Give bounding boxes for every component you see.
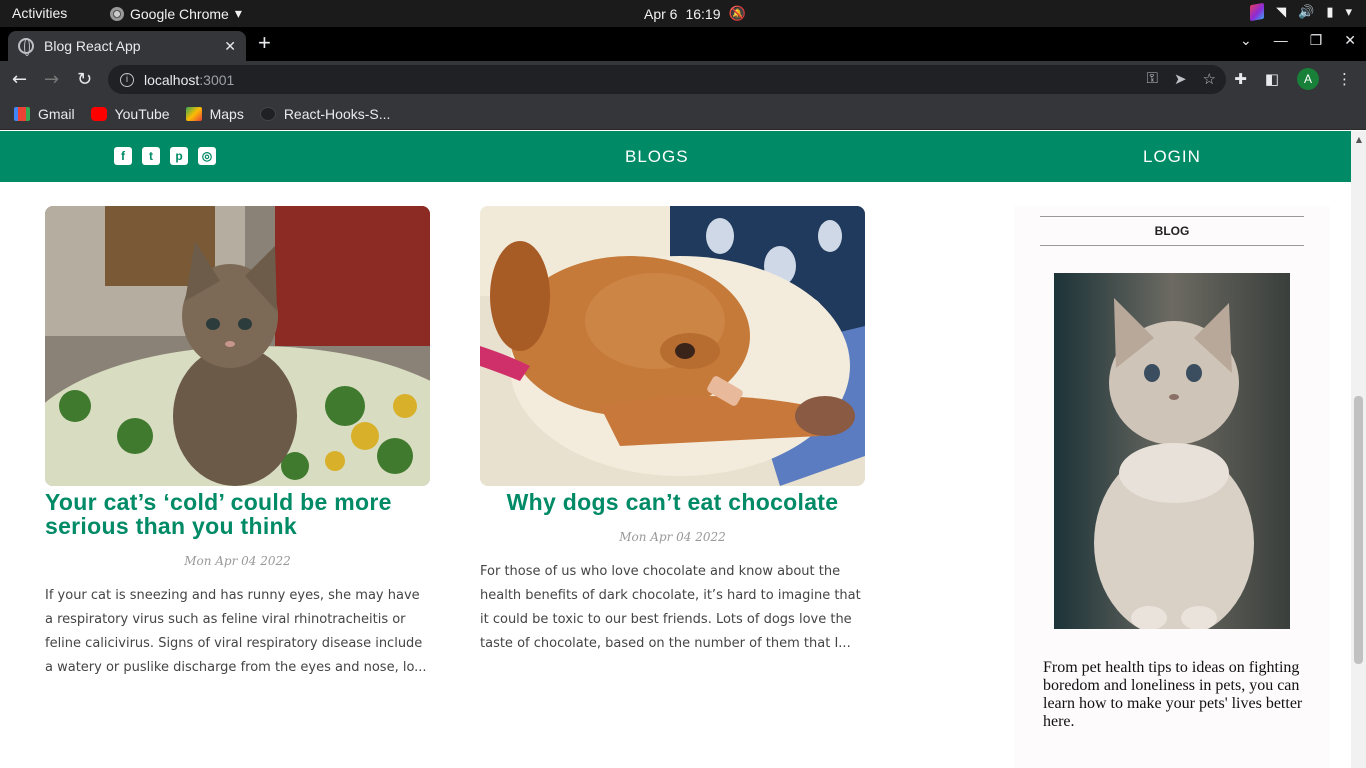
tab-strip: Blog React App ✕ (0, 27, 1366, 61)
back-icon[interactable]: ← (12, 69, 27, 90)
menu-kebab-icon[interactable]: ⋮ (1337, 70, 1352, 88)
scrollbar-thumb[interactable] (1354, 396, 1363, 664)
post-excerpt: For those of us who love chocolate and k… (480, 564, 861, 651)
browser-toolbar: ← → ↻ i localhost :3001 ⚿ ➤ ☆ ✚ ◧ A ⋮ (0, 61, 1366, 98)
tab-blog-react-app[interactable]: Blog React App ✕ (8, 31, 246, 61)
bookmark-label: React-Hooks-S... (283, 105, 391, 122)
instagram-icon[interactable]: ◎ (198, 147, 216, 165)
post-card[interactable]: Why dogs can’t eat chocolate Mon Apr 04 … (480, 206, 865, 656)
post-date: Mon Apr 04 2022 (619, 530, 726, 544)
url-host: localhost (144, 71, 200, 88)
bookmark-react-hooks[interactable]: React-Hooks-S... (259, 105, 391, 122)
window-controls: ⌄ — ❐ ✕ (1240, 32, 1356, 49)
tab-title: Blog React App (44, 38, 141, 54)
new-tab-button[interactable]: + (258, 30, 271, 56)
battery-icon: ▮ (1326, 4, 1334, 19)
site-info-icon[interactable]: i (120, 72, 134, 87)
bookmark-youtube[interactable]: YouTube (90, 105, 170, 122)
tab-search-icon[interactable]: ⌄ (1240, 32, 1252, 49)
sidebar: BLOG From pet health tips to ideas on fi… (1014, 206, 1330, 768)
github-icon (259, 106, 276, 121)
maximize-icon[interactable]: ❐ (1310, 32, 1323, 49)
maps-icon (185, 106, 202, 121)
star-icon[interactable]: ☆ (1203, 70, 1216, 88)
clock-date: Apr 6 (644, 5, 678, 22)
bookmark-label: YouTube (114, 105, 170, 122)
clock-time: 16:19 (685, 5, 721, 22)
bookmark-gmail[interactable]: Gmail (14, 106, 75, 122)
post-title[interactable]: Your cat’s ‘cold’ could be more serious … (45, 490, 430, 538)
nav-blogs-link[interactable]: BLOGS (625, 147, 689, 167)
extensions-icon[interactable]: ✚ (1234, 70, 1247, 88)
send-icon[interactable]: ➤ (1174, 70, 1187, 88)
wifi-icon: ◥ (1276, 4, 1287, 19)
gmail-icon (14, 106, 30, 121)
chrome-icon (110, 6, 124, 21)
activities-button[interactable]: Activities (12, 5, 67, 21)
url-port: :3001 (199, 71, 235, 88)
volume-icon: 🔊 (1298, 4, 1315, 19)
bookmarks-bar: Gmail YouTube Maps React-Hooks-S... (0, 98, 1366, 130)
post-title[interactable]: Why dogs can’t eat chocolate (480, 490, 865, 514)
sidebar-description: From pet health tips to ideas on fightin… (1043, 659, 1303, 730)
address-bar[interactable]: i localhost :3001 ⚿ ➤ ☆ (108, 65, 1226, 94)
globe-icon (18, 38, 34, 56)
post-excerpt: If your cat is sneezing and has runny ey… (45, 588, 427, 675)
app-menu[interactable]: Google Chrome ▾ (110, 5, 242, 22)
bell-muted-icon: 🔕 (728, 5, 746, 21)
bookmark-label: Gmail (38, 105, 75, 122)
dog-photo[interactable] (480, 206, 865, 486)
social-links: f t p ◎ (114, 147, 216, 165)
profile-avatar[interactable]: A (1297, 68, 1319, 90)
scroll-up-arrow-icon[interactable]: ▲ (1356, 135, 1362, 144)
system-top-bar: Activities Google Chrome ▾ Apr 6 16:19 🔕… (0, 0, 1366, 27)
app-menu-label: Google Chrome (130, 5, 229, 22)
kitten-photo[interactable] (45, 206, 430, 486)
close-tab-icon[interactable]: ✕ (224, 38, 236, 55)
post-date: Mon Apr 04 2022 (184, 554, 291, 568)
clock[interactable]: Apr 6 16:19 🔕 (644, 5, 746, 22)
system-tray[interactable]: ◥ 🔊 ▮ ▾ (1250, 2, 1352, 22)
app-indicator-icon[interactable] (1250, 2, 1265, 22)
side-panel-icon[interactable]: ◧ (1265, 70, 1279, 88)
close-window-icon[interactable]: ✕ (1344, 32, 1356, 49)
fluffy-kitten-photo (1054, 273, 1290, 629)
key-icon[interactable]: ⚿ (1147, 70, 1158, 88)
nav-login-link[interactable]: LOGIN (1143, 147, 1201, 167)
twitter-icon[interactable]: t (142, 147, 160, 165)
minimize-icon[interactable]: — (1274, 32, 1288, 49)
sidebar-title: BLOG (1040, 216, 1304, 246)
post-card[interactable]: Your cat’s ‘cold’ could be more serious … (45, 206, 430, 680)
site-navbar: f t p ◎ BLOGS LOGIN (0, 131, 1351, 182)
youtube-icon (90, 106, 107, 121)
facebook-icon[interactable]: f (114, 147, 132, 165)
page-scrollbar[interactable]: ▲ (1351, 131, 1366, 768)
bookmark-label: Maps (209, 105, 244, 122)
chevron-down-icon: ▾ (234, 5, 242, 21)
forward-icon[interactable]: → (44, 69, 59, 90)
page-viewport: f t p ◎ BLOGS LOGIN Your cat’s ‘cold’ co… (0, 131, 1366, 768)
pinterest-icon[interactable]: p (170, 147, 188, 165)
reload-icon[interactable]: ↻ (77, 69, 92, 90)
bookmark-maps[interactable]: Maps (185, 105, 244, 122)
chevron-down-icon: ▾ (1345, 4, 1352, 19)
